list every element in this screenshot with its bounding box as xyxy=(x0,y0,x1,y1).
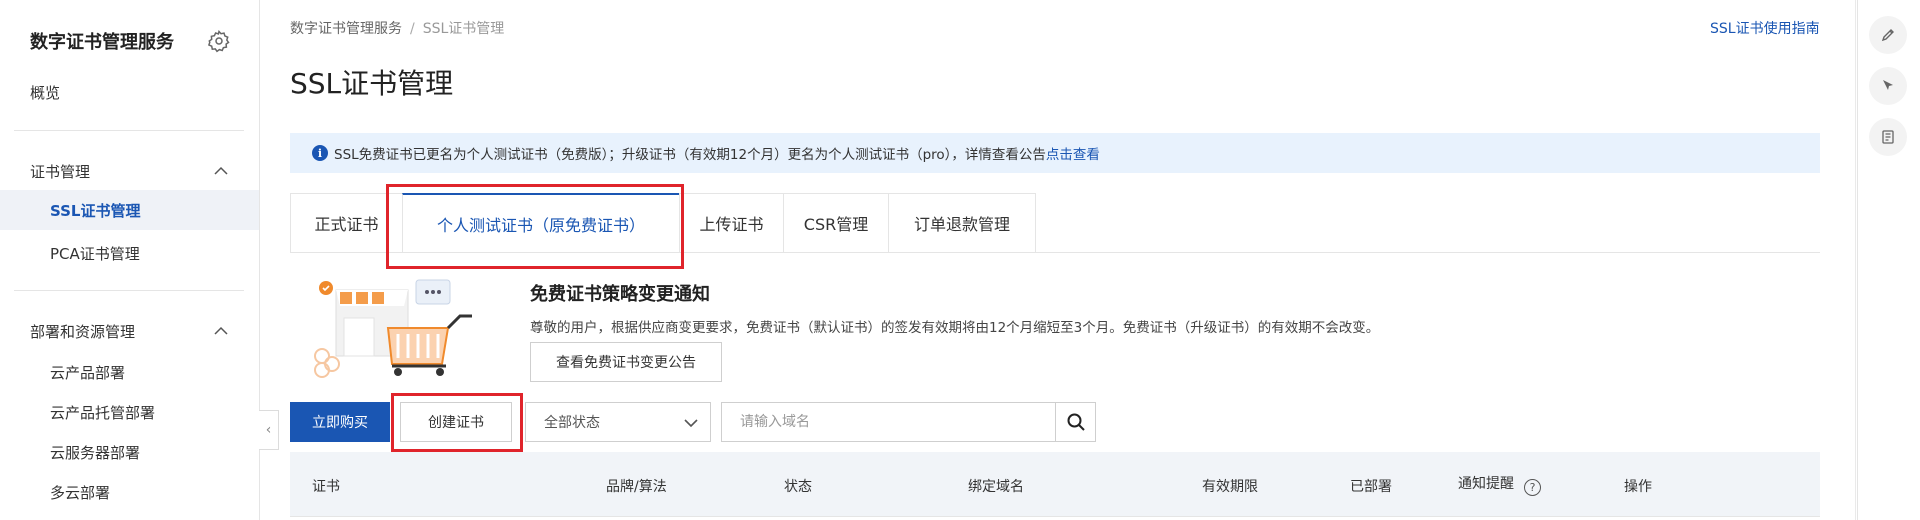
chevron-down-icon xyxy=(684,419,698,428)
breadcrumb-current: SSL证书管理 xyxy=(422,21,505,37)
highlight-box-tab xyxy=(386,184,684,269)
edit-icon[interactable] xyxy=(1869,16,1907,54)
breadcrumb-separator: / xyxy=(410,21,415,37)
sidebar-item-multicloud-deploy[interactable]: 多云部署 xyxy=(50,482,110,503)
breadcrumb: 数字证书管理服务 / SSL证书管理 xyxy=(290,18,504,38)
column-header-validity: 有效期限 xyxy=(1202,479,1258,495)
page-title: SSL证书管理 xyxy=(290,67,454,100)
column-header-cert: 证书 xyxy=(312,479,340,495)
tab-order-refund[interactable]: 订单退款管理 xyxy=(888,193,1036,253)
notebook-icon[interactable] xyxy=(1869,118,1907,156)
view-announcement-button[interactable]: 查看免费证书变更公告 xyxy=(530,342,722,382)
column-header-actions: 操作 xyxy=(1624,479,1652,495)
sidebar-item-overview[interactable]: 概览 xyxy=(30,82,60,103)
column-header-notify: 通知提醒? xyxy=(1458,473,1541,496)
sidebar-item-server-deploy[interactable]: 云服务器部署 xyxy=(50,442,140,463)
column-header-deployed: 已部署 xyxy=(1350,479,1392,495)
column-header-notify-label: 通知提醒 xyxy=(1458,476,1514,492)
sidebar-divider xyxy=(14,290,244,291)
column-header-brand: 品牌/算法 xyxy=(606,479,667,495)
sidebar-item-ssl[interactable]: SSL证书管理 xyxy=(50,200,141,221)
status-select-value: 全部状态 xyxy=(544,415,600,431)
info-icon: i xyxy=(312,145,328,161)
status-select[interactable]: 全部状态 xyxy=(525,402,711,442)
column-header-domain: 绑定域名 xyxy=(968,479,1024,495)
sidebar-item-managed-deploy[interactable]: 云产品托管部署 xyxy=(50,402,155,423)
notice-bar: i SSL免费证书已更名为个人测试证书（免费版）；升级证书（有效期12个月）更名… xyxy=(290,133,1820,173)
banner-title: 免费证书策略变更通知 xyxy=(530,284,710,305)
sidebar-item-pca[interactable]: PCA证书管理 xyxy=(50,243,140,264)
table-header: 证书 品牌/算法 状态 绑定域名 有效期限 已部署 通知提醒? 操作 xyxy=(290,452,1820,517)
search-icon xyxy=(1067,413,1085,431)
ssl-guide-link[interactable]: SSL证书使用指南 xyxy=(1710,18,1820,38)
sidebar-divider xyxy=(14,130,244,131)
domain-search-input[interactable] xyxy=(721,402,1055,442)
tab-csr[interactable]: CSR管理 xyxy=(783,193,888,253)
notice-link[interactable]: 点击查看 xyxy=(1046,143,1100,163)
sidebar-group-deploy[interactable]: 部署和资源管理 xyxy=(30,321,230,342)
breadcrumb-root[interactable]: 数字证书管理服务 xyxy=(290,21,402,37)
column-header-status: 状态 xyxy=(784,479,812,495)
pointer-icon[interactable] xyxy=(1869,67,1907,105)
tab-upload-cert[interactable]: 上传证书 xyxy=(679,193,783,253)
chevron-left-icon: ‹ xyxy=(265,422,272,438)
rail-separator xyxy=(1855,0,1856,520)
help-icon[interactable]: ? xyxy=(1524,479,1541,496)
sidebar-title: 数字证书管理服务 xyxy=(30,32,174,53)
sidebar-item-cloud-deploy[interactable]: 云产品部署 xyxy=(50,362,125,383)
shopping-illustration xyxy=(314,279,472,378)
sidebar: 数字证书管理服务 概览 证书管理 SSL证书管理 PCA证书管理 部署和资源管理… xyxy=(0,0,260,520)
create-cert-button[interactable]: 创建证书 xyxy=(400,402,512,442)
sidebar-group-cert[interactable]: 证书管理 xyxy=(30,161,230,182)
buy-now-button[interactable]: 立即购买 xyxy=(290,402,390,442)
gear-icon[interactable] xyxy=(207,29,231,53)
chevron-up-icon[interactable] xyxy=(212,162,230,180)
search-button[interactable] xyxy=(1055,402,1096,442)
chevron-up-icon[interactable] xyxy=(212,322,230,340)
notice-text: SSL免费证书已更名为个人测试证书（免费版）；升级证书（有效期12个月）更名为个… xyxy=(334,147,1046,163)
banner-description: 尊敬的用户，根据供应商变更要求，免费证书（默认证书）的签发有效期将由12个月缩短… xyxy=(530,320,1380,336)
sidebar-collapse-button[interactable]: ‹ xyxy=(259,410,279,450)
